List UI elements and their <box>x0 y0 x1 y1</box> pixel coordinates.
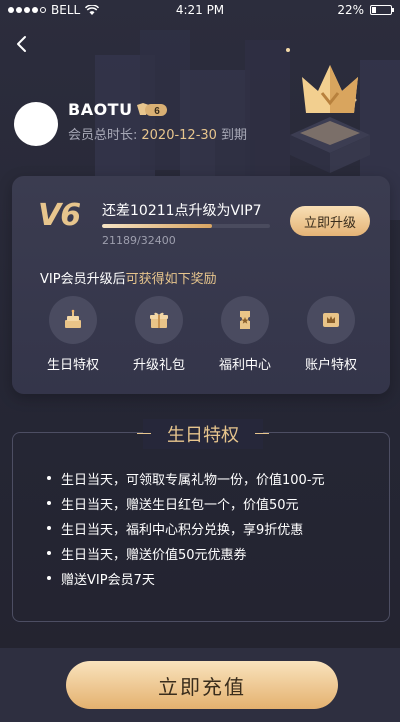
perk-label: 账户特权 <box>304 358 357 373</box>
bottom-action-bar: 立即充值 <box>0 648 400 722</box>
panel-title: 生日特权 <box>137 419 269 449</box>
upgrade-requirement-text: 还差10211点升级为VIP7 <box>102 203 262 219</box>
battery-group: 22% <box>337 3 394 17</box>
benefit-item: 生日当天，赠送价值50元优惠券 <box>47 544 325 569</box>
benefit-list: 生日当天，可领取专属礼物一份，价值100-元 生日当天，赠送生日红包一个，价值5… <box>47 469 325 594</box>
birthday-cake-icon <box>49 296 97 344</box>
level-progress-text: 21189/32400 <box>102 234 176 247</box>
perk-list: 生日特权 升级礼包 福利中心 账户特权 <box>12 296 390 376</box>
benefit-item: 赠送VIP会员7天 <box>47 569 325 594</box>
perk-welfare-center[interactable]: 福利中心 <box>200 296 290 373</box>
crown-card-icon <box>307 296 355 344</box>
username: BAOTU <box>68 100 133 119</box>
recharge-now-button[interactable]: 立即充值 <box>66 661 338 709</box>
perk-account[interactable]: 账户特权 <box>286 296 376 373</box>
benefit-item: 生日当天，赠送生日红包一个，价值50元 <box>47 494 325 519</box>
perk-birthday[interactable]: 生日特权 <box>28 296 118 373</box>
member-label: 会员总时长: <box>68 128 138 143</box>
level-progress-bar <box>102 224 270 228</box>
benefit-item: 生日当天，福利中心积分兑换，享9折优惠 <box>47 519 325 544</box>
battery-percent: 22% <box>337 3 364 17</box>
level-progress-fill <box>102 224 212 228</box>
vip-badge-level: 6 <box>154 106 160 117</box>
benefit-item: 生日当天，可领取专属礼物一份，价值100-元 <box>47 469 325 494</box>
vip-level-card: V6 还差10211点升级为VIP7 21189/32400 立即升级 VIP会… <box>12 176 390 394</box>
perk-label: 福利中心 <box>218 358 271 373</box>
status-bar: BELL 4:21 PM 22% <box>0 0 400 22</box>
rewards-prefix: VIP会员升级后 <box>40 272 126 287</box>
perk-upgrade-gift[interactable]: 升级礼包 <box>114 296 204 373</box>
perk-label: 升级礼包 <box>132 358 185 373</box>
expire-suffix: 到期 <box>220 128 247 143</box>
coupon-ticket-icon <box>221 296 269 344</box>
crown-illustration <box>290 65 370 173</box>
vip-level-badge: 6 <box>137 103 167 117</box>
perk-label: 生日特权 <box>46 358 99 373</box>
upgrade-now-button[interactable]: 立即升级 <box>290 206 370 236</box>
expire-date: 2020-12-30 <box>141 128 217 143</box>
birthday-benefits-panel: 生日特权 生日当天，可领取专属礼物一份，价值100-元 生日当天，赠送生日红包一… <box>12 419 390 622</box>
avatar[interactable] <box>14 102 58 146</box>
rewards-description: VIP会员升级后可获得如下奖励 <box>40 268 217 287</box>
membership-expiry: 会员总时长: 2020-12-30 到期 <box>68 124 247 143</box>
vip-level-logo: V6 <box>38 198 81 233</box>
rewards-highlight: 可获得如下奖励 <box>125 272 217 287</box>
gift-box-icon <box>135 296 183 344</box>
back-arrow-icon[interactable] <box>10 32 34 56</box>
battery-icon <box>370 5 394 15</box>
